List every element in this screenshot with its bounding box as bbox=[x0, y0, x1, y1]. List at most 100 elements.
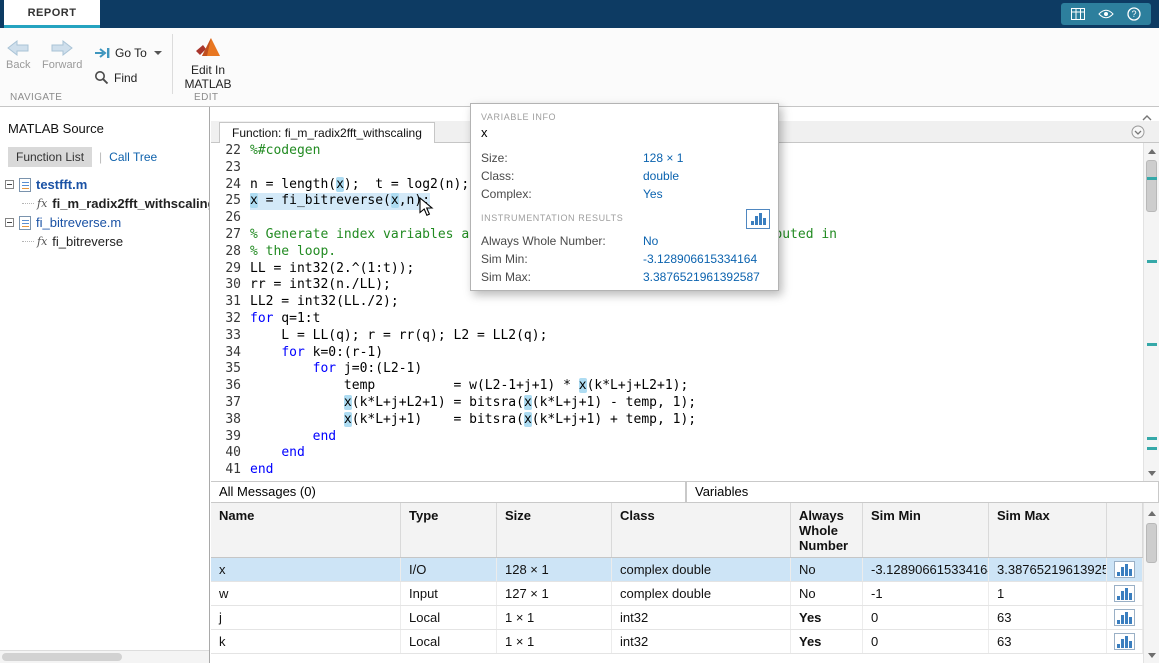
tab-function-list[interactable]: Function List bbox=[8, 147, 92, 167]
histogram-icon[interactable] bbox=[1107, 606, 1143, 629]
histogram-button[interactable] bbox=[746, 209, 770, 229]
tab-variables[interactable]: Variables bbox=[686, 481, 1159, 503]
tab-function[interactable]: Function: fi_m_radix2fft_withscaling bbox=[219, 122, 435, 143]
tree-label: fi_m_radix2fft_withscaling bbox=[52, 196, 209, 211]
column-header-size[interactable]: Size bbox=[497, 503, 612, 557]
cell-class: complex double bbox=[612, 558, 791, 581]
tree-item-testfft.m[interactable]: testfft.m bbox=[0, 175, 209, 194]
class-label: Class: bbox=[481, 169, 643, 183]
scroll-down-button[interactable] bbox=[1144, 647, 1159, 663]
source-tree: testfft.mfxfi_m_radix2fft_withscalingfi_… bbox=[0, 175, 209, 251]
highlighted-variable-x[interactable]: x bbox=[336, 177, 344, 192]
tree-item-fi_bitreverse[interactable]: fxfi_bitreverse bbox=[0, 232, 209, 251]
panel-title: MATLAB Source bbox=[8, 121, 104, 136]
cell-class: int32 bbox=[612, 630, 791, 653]
cell-sim-max: 3.3876521961392587 bbox=[989, 558, 1107, 581]
variable-row-k[interactable]: kLocal1 × 1int32Yes063 bbox=[211, 630, 1143, 654]
histogram-icon[interactable] bbox=[1107, 558, 1143, 581]
eye-icon[interactable] bbox=[1098, 9, 1114, 19]
navigate-section-label: NAVIGATE bbox=[10, 92, 62, 103]
cell-sim-min: -3.128906615334164 bbox=[863, 558, 989, 581]
grid-icon[interactable] bbox=[1071, 8, 1085, 20]
code-vertical-scrollbar[interactable] bbox=[1143, 143, 1159, 481]
line-number: 24 bbox=[215, 177, 241, 194]
variable-info-tooltip: VARIABLE INFO x Size:128 × 1 Class:doubl… bbox=[470, 103, 779, 291]
complex-label: Complex: bbox=[481, 187, 643, 201]
tab-options-icon[interactable] bbox=[1131, 125, 1145, 144]
line-number: 35 bbox=[215, 361, 241, 378]
tree-label: fi_bitreverse bbox=[52, 234, 123, 249]
variable-row-x[interactable]: xI/O128 × 1complex doubleNo-3.1289066153… bbox=[211, 558, 1143, 582]
sim-min-label: Sim Min: bbox=[481, 252, 643, 266]
collapse-icon[interactable] bbox=[5, 218, 14, 227]
line-number: 25 bbox=[215, 193, 241, 210]
column-header-sim-min[interactable]: Sim Min bbox=[863, 503, 989, 557]
sim-max-value: 3.3876521961392587 bbox=[643, 270, 760, 284]
column-header-class[interactable]: Class bbox=[612, 503, 791, 557]
back-button[interactable]: Back bbox=[6, 40, 30, 71]
line-number: 33 bbox=[215, 328, 241, 345]
highlighted-variable-x[interactable]: x bbox=[250, 193, 258, 208]
complex-value: Yes bbox=[643, 187, 663, 201]
histogram-icon[interactable] bbox=[1107, 630, 1143, 653]
chevron-down-icon bbox=[154, 51, 162, 55]
tree-item-fi_m_radix2fft_withscaling[interactable]: fxfi_m_radix2fft_withscaling bbox=[0, 194, 209, 213]
cell-sim-min: 0 bbox=[863, 606, 989, 629]
collapse-icon[interactable] bbox=[5, 180, 14, 189]
sim-max-label: Sim Max: bbox=[481, 270, 643, 284]
tree-guide bbox=[22, 203, 34, 204]
column-header-type[interactable]: Type bbox=[401, 503, 497, 557]
code-line-35: 35 for j=0:(L2-1) bbox=[211, 361, 1159, 378]
tab-all-messages[interactable]: All Messages (0) bbox=[211, 481, 686, 503]
tab-report[interactable]: REPORT bbox=[4, 0, 100, 28]
occurrence-mark[interactable] bbox=[1147, 437, 1157, 440]
scroll-down-button[interactable] bbox=[1144, 465, 1159, 481]
line-number: 41 bbox=[215, 462, 241, 479]
cell-type: Input bbox=[401, 582, 497, 605]
column-header-histogram[interactable] bbox=[1107, 503, 1143, 557]
variable-row-j[interactable]: jLocal1 × 1int32Yes063 bbox=[211, 606, 1143, 630]
cell-name: x bbox=[211, 558, 401, 581]
highlighted-variable-x[interactable]: x bbox=[344, 412, 352, 427]
tree-label: testfft.m bbox=[36, 177, 87, 192]
tab-call-tree[interactable]: Call Tree bbox=[109, 150, 157, 164]
highlighted-variable-x[interactable]: x bbox=[524, 395, 532, 410]
tooltip-variable-name: x bbox=[481, 125, 768, 140]
variable-row-w[interactable]: wInput127 × 1complex doubleNo-11 bbox=[211, 582, 1143, 606]
highlighted-variable-x[interactable]: x bbox=[344, 395, 352, 410]
sim-min-value: -3.128906615334164 bbox=[643, 252, 757, 266]
line-number: 28 bbox=[215, 244, 241, 261]
forward-button[interactable]: Forward bbox=[42, 40, 82, 71]
highlighted-variable-x[interactable]: x bbox=[524, 412, 532, 427]
scroll-up-button[interactable] bbox=[1144, 143, 1159, 159]
occurrence-mark[interactable] bbox=[1147, 260, 1157, 263]
line-number: 38 bbox=[215, 412, 241, 429]
code-line-38: 38 x(k*L+j+1) = bitsra(x(k*L+j+1) + temp… bbox=[211, 412, 1159, 429]
occurrence-mark[interactable] bbox=[1147, 343, 1157, 346]
column-header-always-whole-number[interactable]: Always Whole Number bbox=[791, 503, 863, 557]
line-number: 34 bbox=[215, 345, 241, 362]
help-icon[interactable]: ? bbox=[1127, 7, 1141, 21]
find-button[interactable]: Find bbox=[94, 70, 137, 85]
column-header-sim-max[interactable]: Sim Max bbox=[989, 503, 1107, 557]
line-number: 23 bbox=[215, 160, 241, 177]
scrollbar-thumb[interactable] bbox=[2, 653, 122, 661]
scroll-up-button[interactable] bbox=[1144, 505, 1159, 521]
edit-in-matlab-button[interactable]: Edit In MATLAB bbox=[182, 35, 234, 91]
table-vertical-scrollbar[interactable] bbox=[1143, 503, 1159, 663]
highlighted-variable-x[interactable]: x bbox=[391, 193, 399, 208]
tree-item-fi_bitreverse.m[interactable]: fi_bitreverse.m bbox=[0, 213, 209, 232]
scrollbar-thumb[interactable] bbox=[1146, 523, 1157, 563]
line-number: 29 bbox=[215, 261, 241, 278]
sidebar-horizontal-scrollbar[interactable] bbox=[0, 650, 209, 663]
scrollbar-thumb[interactable] bbox=[1146, 160, 1157, 212]
highlighted-variable-x[interactable]: x bbox=[579, 378, 587, 393]
cell-size: 1 × 1 bbox=[497, 606, 612, 629]
occurrence-mark[interactable] bbox=[1147, 447, 1157, 450]
occurrence-mark[interactable] bbox=[1147, 177, 1157, 180]
tree-guide bbox=[22, 241, 34, 242]
toolbar: Back Forward Go To Find NAVIGATE Edit In… bbox=[0, 28, 1159, 107]
histogram-icon[interactable] bbox=[1107, 582, 1143, 605]
column-header-name[interactable]: Name bbox=[211, 503, 401, 557]
goto-button[interactable]: Go To bbox=[94, 46, 162, 60]
